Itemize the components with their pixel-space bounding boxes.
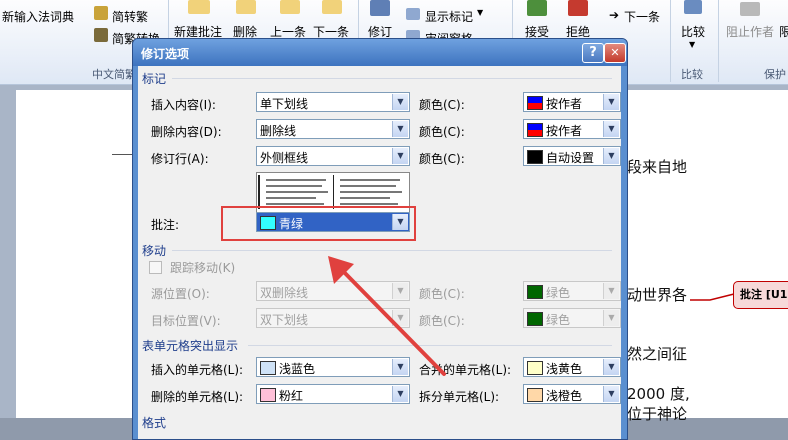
track-moves-label: 跟踪移动(K) [170, 261, 236, 275]
group-compare-label: 比较 [681, 68, 703, 81]
convert-icon [94, 28, 108, 42]
ribbon-separator [718, 0, 719, 82]
ime-dictionary-button[interactable]: 新输入法词典 [2, 8, 74, 25]
color-swatch [260, 388, 276, 402]
deletions-color-label: 颜色(C): [419, 125, 465, 139]
insertions-select[interactable]: 单下划线 ▼ [256, 92, 410, 112]
previous-comment-icon [280, 0, 300, 14]
document-text: 位于神论 [627, 405, 688, 423]
reject-icon [568, 0, 588, 16]
dialog-titlebar[interactable]: 修订选项 ? ✕ [133, 39, 627, 66]
color-swatch [527, 312, 543, 326]
deletions-label: 删除内容(D): [151, 125, 222, 139]
chevron-down-icon: ▼ [603, 148, 619, 164]
document-text: 2000 度, [627, 385, 690, 403]
merged-cells-select[interactable]: 浅黄色 ▼ [523, 357, 621, 377]
section-markup: 标记 [142, 72, 167, 86]
changed-lines-label: 修订行(A): [151, 152, 209, 166]
close-button[interactable]: ✕ [604, 43, 626, 63]
chevron-down-icon: ▼ [392, 386, 408, 402]
color-swatch [527, 361, 543, 375]
next-change-button[interactable]: 下一条 [624, 8, 660, 25]
dialog-title: 修订选项 [141, 47, 190, 61]
insertions-label: 插入内容(I): [151, 98, 216, 112]
compare-icon [684, 0, 702, 14]
color-swatch [527, 150, 543, 164]
split-cells-select[interactable]: 浅橙色 ▼ [523, 384, 621, 404]
chevron-down-icon: ▼ [477, 8, 484, 17]
track-moves-checkbox[interactable] [149, 261, 162, 274]
chevron-down-icon: ▼ [603, 283, 619, 299]
section-table-cells: 表单元格突出显示 [142, 339, 239, 353]
document-text: 段来自地 [627, 158, 688, 176]
chevron-down-icon: ▼ [392, 94, 408, 110]
color-swatch [260, 361, 276, 375]
comment-balloon[interactable]: 批注 [U1 [733, 281, 788, 309]
trad-simp-icon [94, 6, 108, 20]
help-button[interactable]: ? [582, 43, 604, 63]
next-change-icon: ➔ [609, 8, 620, 22]
color-swatch [527, 285, 543, 299]
chevron-down-icon: ▼ [392, 121, 408, 137]
new-comment-icon [188, 0, 210, 14]
annotation-highlight-box [221, 206, 416, 241]
section-formatting: 格式 [142, 416, 167, 430]
chevron-down-icon: ▼ [603, 310, 619, 326]
block-authors-icon [740, 2, 760, 16]
deletions-select[interactable]: 删除线 ▼ [256, 119, 410, 139]
chevron-down-icon: ▼ [603, 94, 619, 110]
deleted-cells-label: 删除的单元格(L): [151, 390, 244, 404]
color-swatch [527, 388, 543, 402]
document-text: 然之间征 [627, 345, 688, 363]
delete-comment-icon [236, 0, 256, 14]
split-cells-label: 拆分单元格(L): [419, 390, 500, 404]
changed-lines-select[interactable]: 外侧框线 ▼ [256, 146, 410, 166]
moved-to-color-select[interactable]: 绿色 ▼ [523, 308, 621, 328]
chevron-down-icon: ▼ [689, 40, 696, 49]
track-changes-icon [370, 0, 390, 16]
comments-label: 批注: [151, 218, 180, 232]
margin-line [112, 154, 134, 155]
show-markup-button[interactable]: 显示标记 [425, 8, 473, 25]
chevron-down-icon: ▼ [603, 359, 619, 375]
block-authors-button[interactable]: 阻止作者 [726, 23, 774, 40]
document-text: 动世界各 [627, 286, 688, 304]
changed-lines-color-select[interactable]: 自动设置 ▼ [523, 146, 621, 166]
chevron-down-icon: ▼ [603, 386, 619, 402]
section-moves: 移动 [142, 244, 167, 258]
insertions-color-select[interactable]: 按作者 ▼ [523, 92, 621, 112]
group-protect-label: 保护 [764, 68, 786, 81]
deletions-color-select[interactable]: 按作者 ▼ [523, 119, 621, 139]
color-swatch [527, 96, 543, 110]
show-markup-icon [406, 8, 420, 20]
simp-to-trad-button[interactable]: 简转繁 [112, 8, 148, 25]
moved-from-color-select[interactable]: 绿色 ▼ [523, 281, 621, 301]
group-chinese-label: 中文简繁 [92, 68, 136, 81]
section-divider [172, 78, 612, 79]
deleted-cells-select[interactable]: 粉红 ▼ [256, 384, 410, 404]
next-comment-icon [322, 0, 342, 14]
chevron-down-icon: ▼ [603, 121, 619, 137]
comment-connector [690, 293, 735, 301]
restrict-editing-button[interactable]: 限 [779, 23, 788, 40]
ribbon-separator [670, 0, 671, 82]
moved-to-label: 目标位置(V): [151, 314, 221, 328]
chevron-down-icon: ▼ [392, 148, 408, 164]
annotation-arrow [328, 256, 446, 376]
accept-icon [527, 0, 547, 16]
color-swatch [527, 123, 543, 137]
moved-from-label: 源位置(O): [151, 287, 210, 301]
changed-lines-color-label: 颜色(C): [419, 152, 465, 166]
compare-button[interactable]: 比较 [681, 23, 705, 40]
inserted-cells-label: 插入的单元格(L): [151, 363, 244, 377]
insertions-color-label: 颜色(C): [419, 98, 465, 112]
